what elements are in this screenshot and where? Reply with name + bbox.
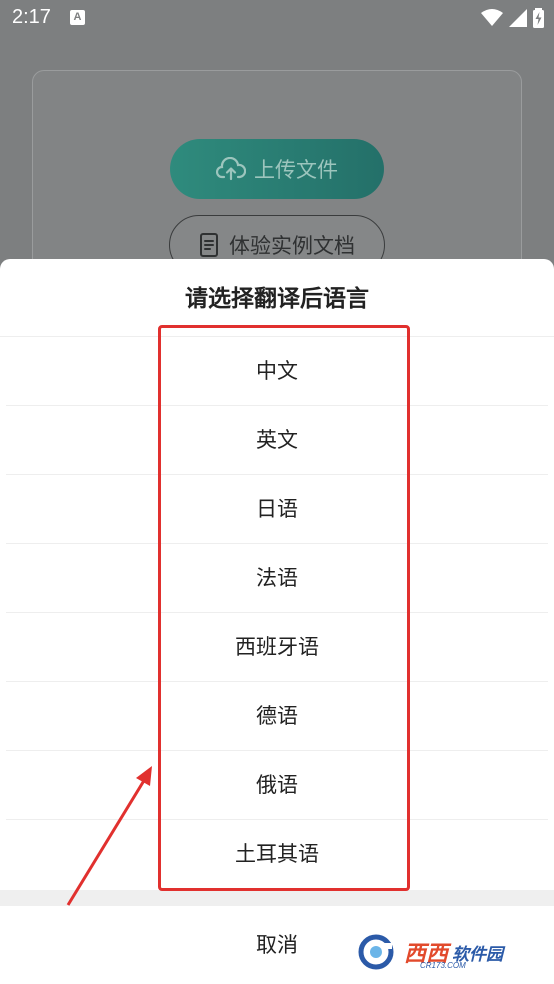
language-option[interactable]: 西班牙语 (6, 613, 548, 682)
status-time: 2:17 (12, 6, 51, 28)
sheet-title: 请选择翻译后语言 (0, 259, 554, 337)
language-option[interactable]: 法语 (6, 544, 548, 613)
status-bar: 2:17 A (0, 0, 554, 38)
upload-file-button[interactable]: 上传文件 (170, 139, 384, 199)
battery-charging-icon (533, 8, 544, 28)
annotation-arrow (66, 766, 152, 906)
demo-button-label: 体验实例文档 (229, 234, 355, 258)
signal-icon (509, 9, 527, 27)
upload-button-label: 上传文件 (254, 158, 338, 182)
cloud-upload-icon (216, 157, 246, 181)
watermark-logo-icon (358, 934, 394, 970)
status-icons (481, 8, 544, 28)
language-option[interactable]: 英文 (6, 406, 548, 475)
watermark-domain: CR173.COM (420, 961, 466, 970)
document-icon (200, 233, 218, 257)
notification-icon: A (70, 10, 85, 25)
watermark: 西西 软件园 CR173.COM (356, 930, 536, 974)
language-option[interactable]: 中文 (6, 337, 548, 406)
language-option[interactable]: 德语 (6, 682, 548, 751)
language-option[interactable]: 日语 (6, 475, 548, 544)
wifi-icon (481, 9, 503, 26)
